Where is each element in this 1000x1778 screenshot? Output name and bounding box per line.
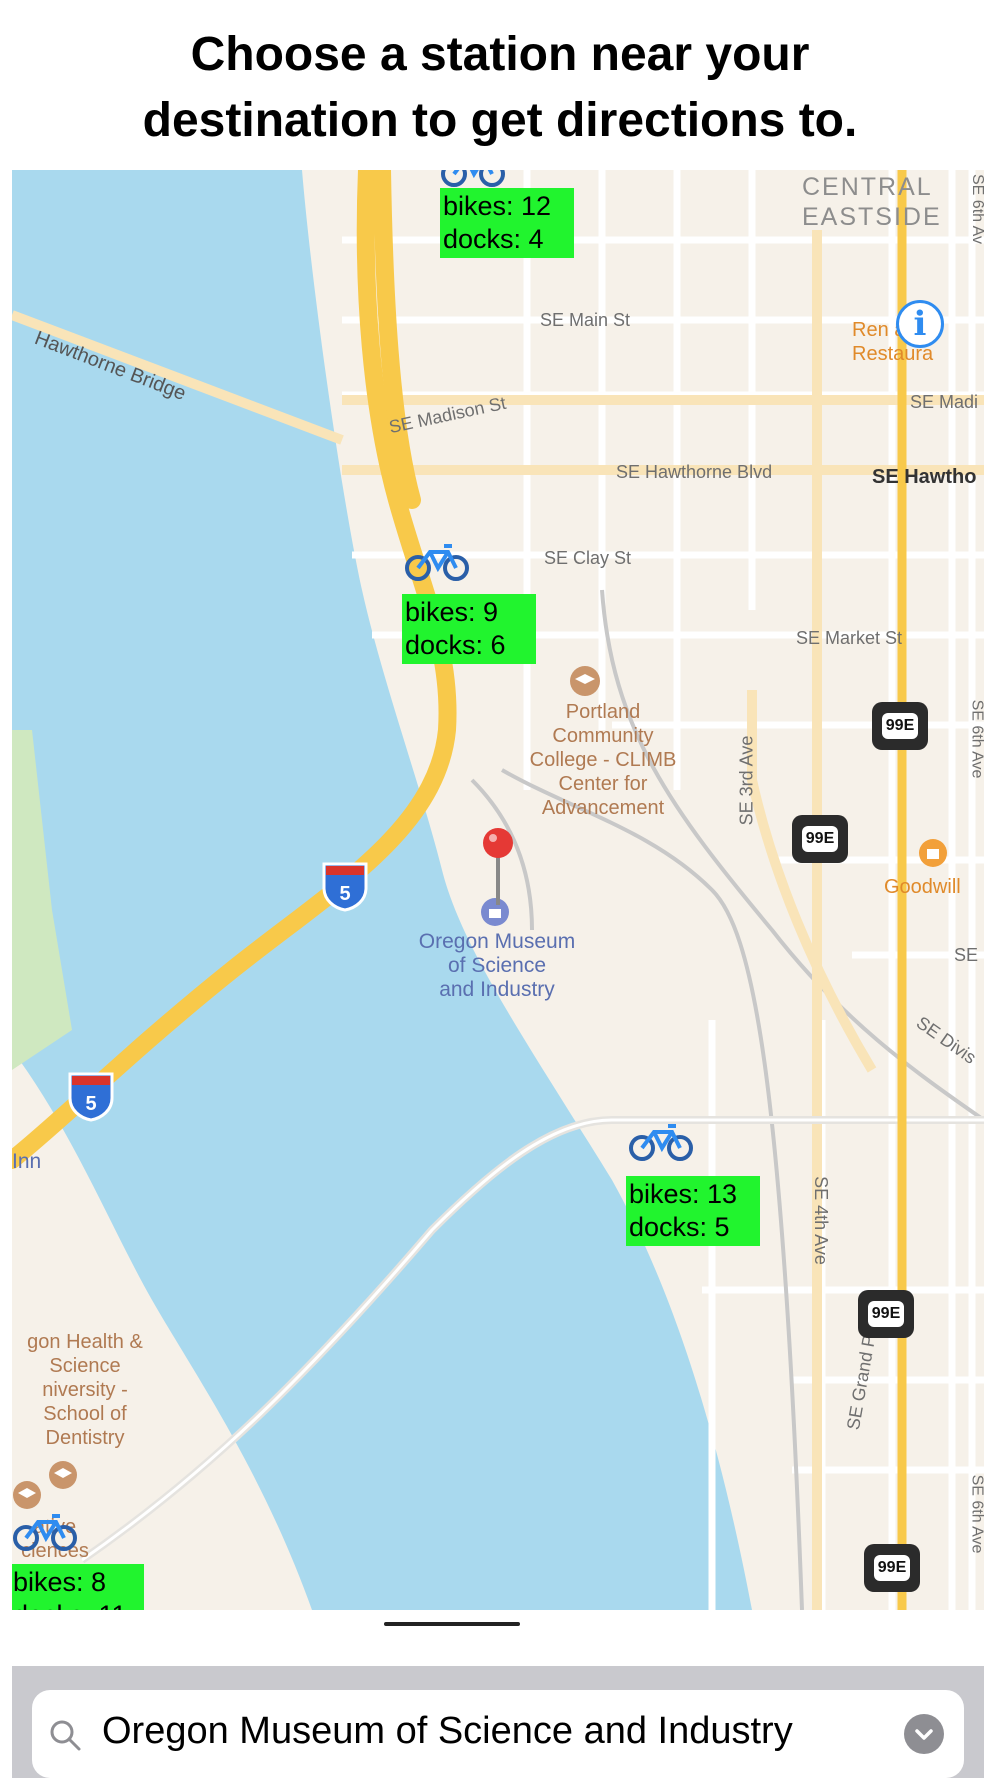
station-docks: docks: 6 [405, 630, 506, 660]
page-title: Choose a station near your destination t… [142, 28, 858, 147]
i5-shield-number: 5 [339, 883, 350, 905]
us99e-shield-icon: 99E [872, 702, 928, 750]
station-info-box[interactable]: bikes: 8 docks: 11 [12, 1564, 144, 1610]
bike-station-icon[interactable] [12, 1510, 78, 1554]
us99e-shield-number: 99E [881, 713, 919, 739]
search-input[interactable]: Oregon Museum of Science and Industry [32, 1690, 964, 1778]
street-label: SE 6th Ave [968, 1474, 984, 1554]
search-icon [50, 1720, 81, 1751]
street-label: SE 3rd Ave [736, 735, 757, 826]
us99e-shield-number: 99E [801, 826, 839, 852]
us99e-shield-number: 99E [873, 1555, 911, 1581]
street-label: SE 4th Ave [810, 1176, 831, 1265]
station-info-box[interactable]: bikes: 13 docks: 5 [626, 1176, 760, 1246]
station-bikes: bikes: 12 [443, 191, 552, 221]
street-label: SE Main St [540, 310, 631, 330]
street-label: SE Hawthorne Blvd [616, 462, 773, 482]
bottom-sheet[interactable]: Oregon Museum of Science and Industry [12, 1610, 984, 1778]
poi-label[interactable]: Portland Community College - CLIMB Cente… [478, 700, 728, 820]
street-label: SE Clay St [544, 548, 632, 568]
poi-label[interactable]: Goodwill [884, 875, 961, 899]
i5-shield-icon: 5 [68, 1072, 114, 1122]
station-docks: docks: 4 [443, 224, 544, 254]
station-bikes: bikes: 9 [405, 597, 499, 627]
graduation-cap-icon [13, 1481, 41, 1509]
us99e-shield-icon: 99E [864, 1544, 920, 1592]
chevron-down-icon [915, 1729, 933, 1740]
poi-label[interactable]: Inn [12, 1150, 41, 1174]
street-label: SE 6th Ave [968, 699, 984, 779]
graduation-cap-icon [570, 666, 600, 696]
search-bar: Oregon Museum of Science and Industry [12, 1666, 984, 1778]
street-label: SE 6th Av [968, 174, 984, 244]
poi-label[interactable]: gon Health & Science niversity - School … [12, 1330, 160, 1450]
station-bikes: bikes: 8 [13, 1567, 107, 1597]
i5-shield-icon: 5 [322, 862, 368, 912]
destination-pin-icon[interactable] [478, 825, 518, 915]
station-bikes: bikes: 13 [629, 1179, 738, 1209]
search-input-value[interactable]: Oregon Museum of Science and Industry [102, 1710, 793, 1753]
district-label: CENTRAL EASTSIDE [802, 173, 942, 231]
street-label: SE Madi [910, 392, 979, 412]
sheet-grabber[interactable] [384, 1622, 520, 1626]
street-label: SE E [954, 945, 984, 965]
station-docks: docks: 11 [13, 1599, 141, 1610]
station-docks: docks: 5 [629, 1212, 730, 1242]
bike-station-icon[interactable] [628, 1120, 694, 1164]
street-label: SE Hawtho [872, 466, 977, 488]
info-button[interactable]: i [896, 300, 944, 348]
i5-shield-number: 5 [85, 1093, 96, 1115]
shopping-bag-icon [919, 839, 947, 867]
street-label: SE Market St [796, 628, 903, 648]
graduation-cap-icon [49, 1461, 77, 1489]
dropdown-button[interactable] [904, 1714, 944, 1754]
poi-label-omsi[interactable]: Oregon Museum of Science and Industry [392, 930, 602, 1002]
map-view[interactable]: CENTRAL EASTSIDE SE Main St SE Madison S… [12, 170, 984, 1610]
station-info-box[interactable]: bikes: 9 docks: 6 [402, 594, 536, 664]
us99e-shield-icon: 99E [858, 1290, 914, 1338]
us99e-shield-number: 99E [867, 1301, 905, 1327]
station-info-box[interactable]: bikes: 12 docks: 4 [440, 188, 574, 258]
us99e-shield-icon: 99E [792, 815, 848, 863]
bike-station-icon[interactable] [440, 170, 506, 190]
bike-station-icon[interactable] [404, 540, 470, 584]
